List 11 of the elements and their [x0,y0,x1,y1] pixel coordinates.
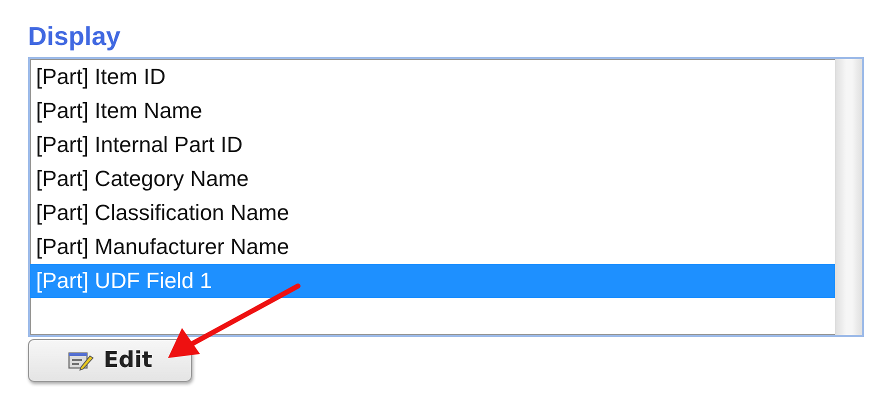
list-item[interactable]: [Part] Manufacturer Name [30,230,835,264]
list-item[interactable]: [Part] Item ID [30,60,835,94]
pencil-note-icon [68,350,94,370]
section-title: Display [28,20,122,52]
list-item[interactable]: [Part] Category Name [30,162,835,196]
list-item[interactable]: [Part] Classification Name [30,196,835,230]
list-box[interactable]: [Part] Item ID [Part] Item Name [Part] Internal Part ID [Part] Category Name [Part] Classification Name [Part] Manufacturer Name [Part] UDF Field 1 [28,57,864,337]
list-item[interactable]: [Part] Internal Part ID [30,128,835,162]
edit-button[interactable]: Edit [28,339,192,382]
list-item[interactable]: [Part] Item Name [30,94,835,128]
scrollbar[interactable] [835,59,862,335]
